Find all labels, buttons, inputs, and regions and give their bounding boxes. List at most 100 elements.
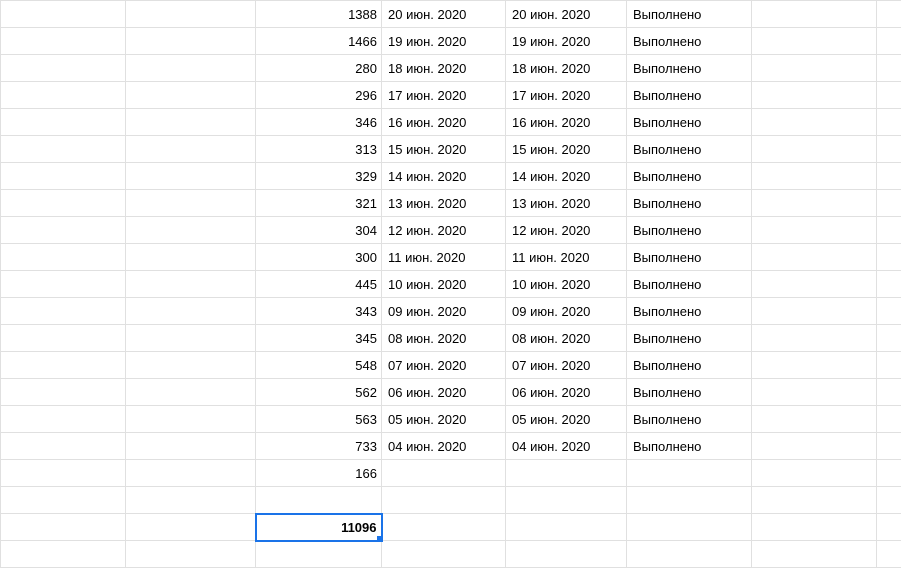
cell-empty[interactable] (126, 352, 256, 379)
cell-status[interactable]: Выполнено (627, 109, 752, 136)
cell-date2[interactable]: 04 июн. 2020 (506, 433, 627, 460)
cell-value[interactable]: 329 (256, 163, 382, 190)
cell-empty[interactable] (752, 271, 877, 298)
cell-empty[interactable] (752, 109, 877, 136)
cell-date2[interactable]: 18 июн. 2020 (506, 55, 627, 82)
cell-empty[interactable] (126, 217, 256, 244)
cell-date1[interactable]: 05 июн. 2020 (382, 406, 506, 433)
cell-empty[interactable] (877, 217, 901, 244)
cell-status[interactable] (627, 460, 752, 487)
cell-empty[interactable] (877, 244, 901, 271)
cell-empty[interactable] (627, 487, 752, 514)
cell-status[interactable]: Выполнено (627, 190, 752, 217)
cell-empty[interactable] (1, 298, 126, 325)
cell-empty[interactable] (126, 514, 256, 541)
cell-empty[interactable] (877, 514, 901, 541)
cell-date2[interactable]: 07 июн. 2020 (506, 352, 627, 379)
cell-empty[interactable] (126, 244, 256, 271)
cell-empty[interactable] (877, 136, 901, 163)
cell-date2[interactable]: 17 июн. 2020 (506, 82, 627, 109)
cell-empty[interactable] (1, 55, 126, 82)
cell-status[interactable]: Выполнено (627, 55, 752, 82)
cell-status[interactable]: Выполнено (627, 379, 752, 406)
cell-empty[interactable] (877, 1, 901, 28)
cell-value[interactable]: 733 (256, 433, 382, 460)
cell-date2[interactable]: 19 июн. 2020 (506, 28, 627, 55)
cell-status[interactable]: Выполнено (627, 352, 752, 379)
cell-empty[interactable] (126, 487, 256, 514)
cell-status[interactable]: Выполнено (627, 163, 752, 190)
cell-date1[interactable]: 13 июн. 2020 (382, 190, 506, 217)
cell-empty[interactable] (877, 460, 901, 487)
cell-date1[interactable]: 20 июн. 2020 (382, 1, 506, 28)
cell-empty[interactable] (126, 406, 256, 433)
cell-empty[interactable] (1, 163, 126, 190)
cell-empty[interactable] (752, 433, 877, 460)
cell-status[interactable]: Выполнено (627, 136, 752, 163)
cell-empty[interactable] (1, 217, 126, 244)
cell-empty[interactable] (1, 487, 126, 514)
cell-empty[interactable] (506, 514, 627, 541)
cell-empty[interactable] (752, 325, 877, 352)
cell-empty[interactable] (877, 190, 901, 217)
cell-date2[interactable]: 20 июн. 2020 (506, 1, 627, 28)
cell-empty[interactable] (1, 190, 126, 217)
cell-empty[interactable] (752, 379, 877, 406)
cell-status[interactable]: Выполнено (627, 28, 752, 55)
cell-empty[interactable] (126, 541, 256, 568)
cell-empty[interactable] (1, 28, 126, 55)
cell-empty[interactable] (752, 1, 877, 28)
cell-date2[interactable]: 15 июн. 2020 (506, 136, 627, 163)
cell-empty[interactable] (126, 325, 256, 352)
spreadsheet-grid[interactable]: 138820 июн. 202020 июн. 2020Выполнено146… (0, 0, 901, 568)
cell-date1[interactable]: 15 июн. 2020 (382, 136, 506, 163)
cell-empty[interactable] (877, 352, 901, 379)
cell-date1[interactable] (382, 460, 506, 487)
cell-empty[interactable] (126, 190, 256, 217)
cell-date2[interactable] (506, 460, 627, 487)
cell-empty[interactable] (1, 541, 126, 568)
cell-status[interactable]: Выполнено (627, 1, 752, 28)
cell-empty[interactable] (752, 244, 877, 271)
cell-empty[interactable] (1, 433, 126, 460)
cell-status[interactable]: Выполнено (627, 244, 752, 271)
cell-value[interactable]: 562 (256, 379, 382, 406)
cell-empty[interactable] (752, 514, 877, 541)
cell-empty[interactable] (877, 28, 901, 55)
cell-empty[interactable] (877, 325, 901, 352)
cell-date1[interactable]: 04 июн. 2020 (382, 433, 506, 460)
cell-value[interactable]: 346 (256, 109, 382, 136)
cell-empty[interactable] (256, 487, 382, 514)
cell-value[interactable]: 321 (256, 190, 382, 217)
cell-empty[interactable] (752, 82, 877, 109)
cell-empty[interactable] (1, 271, 126, 298)
cell-empty[interactable] (877, 406, 901, 433)
cell-date1[interactable]: 14 июн. 2020 (382, 163, 506, 190)
cell-date1[interactable]: 18 июн. 2020 (382, 55, 506, 82)
cell-empty[interactable] (256, 541, 382, 568)
cell-empty[interactable] (506, 487, 627, 514)
cell-status[interactable]: Выполнено (627, 325, 752, 352)
cell-status[interactable]: Выполнено (627, 82, 752, 109)
cell-empty[interactable] (126, 433, 256, 460)
cell-status[interactable]: Выполнено (627, 433, 752, 460)
cell-empty[interactable] (1, 460, 126, 487)
cell-empty[interactable] (382, 487, 506, 514)
cell-total[interactable]: 11096 (256, 514, 382, 541)
cell-empty[interactable] (752, 487, 877, 514)
cell-empty[interactable] (752, 163, 877, 190)
cell-empty[interactable] (752, 28, 877, 55)
cell-empty[interactable] (877, 433, 901, 460)
cell-value[interactable]: 548 (256, 352, 382, 379)
cell-empty[interactable] (752, 460, 877, 487)
cell-empty[interactable] (506, 541, 627, 568)
cell-date1[interactable]: 07 июн. 2020 (382, 352, 506, 379)
cell-empty[interactable] (126, 136, 256, 163)
cell-empty[interactable] (877, 271, 901, 298)
cell-empty[interactable] (877, 82, 901, 109)
cell-status[interactable]: Выполнено (627, 271, 752, 298)
cell-empty[interactable] (126, 298, 256, 325)
cell-date2[interactable]: 06 июн. 2020 (506, 379, 627, 406)
cell-empty[interactable] (1, 352, 126, 379)
cell-value[interactable]: 166 (256, 460, 382, 487)
